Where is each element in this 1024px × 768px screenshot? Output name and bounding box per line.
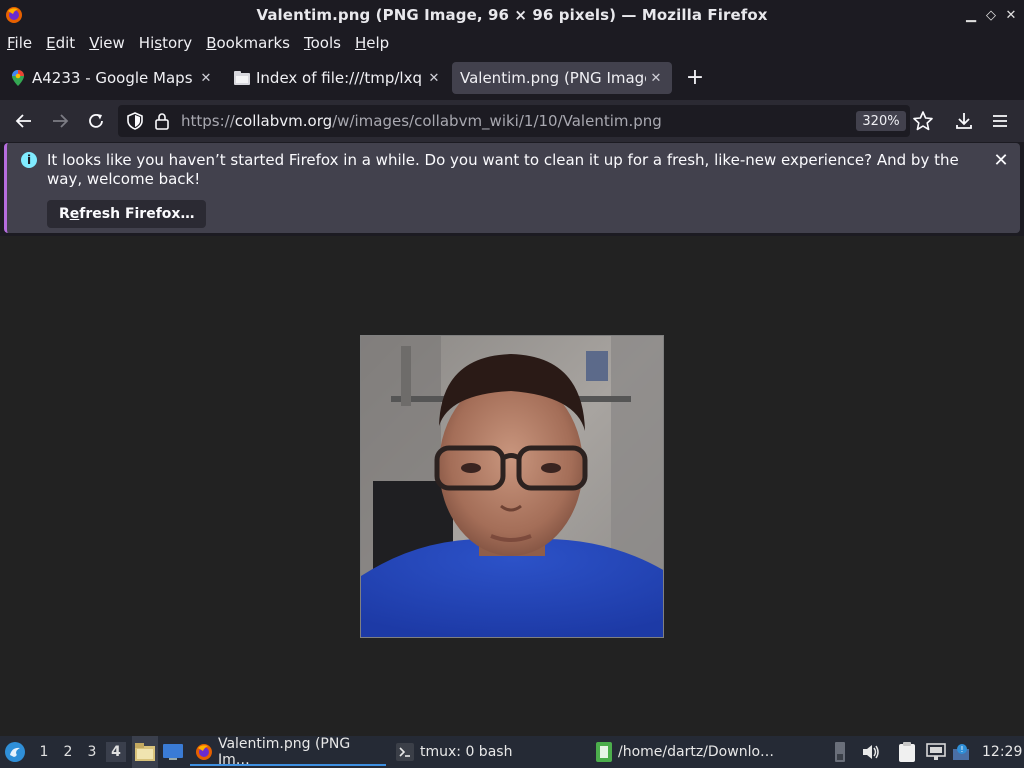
task-firefox[interactable]: Valentim.png (PNG Im…: [190, 736, 386, 768]
window-titlebar: Valentim.png (PNG Image, 96 × 96 pixels)…: [0, 0, 1024, 30]
forward-button[interactable]: [48, 109, 72, 133]
task-terminal[interactable]: tmux: 0 bash: [392, 736, 588, 768]
folder-icon: [234, 70, 250, 86]
close-tab-icon[interactable]: ✕: [648, 70, 664, 86]
new-tab-button[interactable]: +: [684, 65, 706, 90]
refresh-firefox-button[interactable]: Re fresh Firefox…: [47, 200, 207, 228]
portrait-photo: [361, 336, 663, 637]
menu-edit[interactable]: Edit: [46, 34, 75, 52]
back-arrow-icon: [15, 114, 31, 128]
minimize-button[interactable]: ▁: [962, 6, 980, 24]
svg-text:!: !: [960, 745, 963, 754]
url-text[interactable]: https://collabvm.org/w/images/collabvm_w…: [181, 112, 662, 130]
monitor-icon: [163, 744, 183, 760]
bookmark-star-icon[interactable]: [912, 110, 934, 132]
shield-icon[interactable]: [126, 112, 144, 130]
close-tab-icon[interactable]: ✕: [198, 70, 214, 86]
tab-google-maps[interactable]: A4233 - Google Maps ✕: [0, 62, 222, 94]
file-manager-icon: [135, 743, 155, 761]
url-bar[interactable]: https://collabvm.org/w/images/collabvm_w…: [118, 105, 933, 137]
tab-file-index[interactable]: Index of file:///tmp/lxq ✕: [224, 62, 450, 94]
notification-message: It looks like you haven’t started Firefo…: [47, 151, 959, 188]
tab-valentim[interactable]: Valentim.png (PNG Image ✕: [452, 62, 672, 94]
menu-bar: File Edit View History Bookmarks Tools H…: [0, 30, 1024, 56]
tab-label: A4233 - Google Maps: [32, 69, 193, 87]
task-label: /home/dartz/Downlo…: [618, 744, 775, 760]
downloads-button[interactable]: [952, 109, 976, 133]
map-pin-icon: [10, 70, 26, 86]
download-icon: [956, 113, 972, 129]
forward-arrow-icon: [53, 114, 69, 128]
update-notification-icon: !: [953, 744, 969, 760]
window-title: Valentim.png (PNG Image, 96 × 96 pixels)…: [256, 6, 768, 24]
close-notification-icon[interactable]: ✕: [992, 150, 1010, 171]
firefox-icon: [195, 744, 212, 760]
info-icon: i: [21, 152, 37, 168]
show-desktop-button[interactable]: [132, 736, 158, 768]
tray-usb[interactable]: [834, 736, 850, 768]
close-tab-icon[interactable]: ✕: [426, 70, 442, 86]
menu-view[interactable]: View: [89, 34, 125, 52]
taskbar: 1 2 3 4 Valentim.png (PNG Im… tmux: 0 ba…: [0, 736, 1024, 768]
portrait-image[interactable]: [360, 335, 664, 638]
tab-label: Index of file:///tmp/lxq: [256, 69, 422, 87]
app-launcher-icon: [5, 742, 25, 762]
tab-label: Valentim.png (PNG Image: [460, 69, 646, 87]
workspace-1[interactable]: 1: [34, 742, 54, 762]
navigation-bar: https://collabvm.org/w/images/collabvm_w…: [0, 100, 1024, 142]
hamburger-menu-icon: [993, 115, 1007, 127]
tray-network[interactable]: [926, 736, 948, 768]
back-button[interactable]: [12, 109, 36, 133]
reload-icon: [89, 113, 103, 128]
page-content: [0, 236, 1024, 736]
menu-bookmarks[interactable]: Bookmarks: [206, 34, 290, 52]
desktop-button[interactable]: [162, 736, 186, 768]
workspace-4[interactable]: 4: [106, 742, 126, 762]
active-task-indicator: [190, 764, 386, 766]
menu-tools[interactable]: Tools: [304, 34, 341, 52]
close-window-button[interactable]: ✕: [1002, 6, 1020, 24]
start-menu-button[interactable]: [4, 736, 28, 768]
network-icon: [926, 743, 946, 760]
tab-strip: A4233 - Google Maps ✕ Index of file:///t…: [0, 56, 1024, 100]
clock[interactable]: 12:29: [982, 736, 1022, 768]
file-manager-icon: [596, 742, 612, 762]
removable-media-icon: [835, 742, 845, 762]
clipboard-icon: [899, 742, 915, 762]
tray-volume[interactable]: [862, 736, 882, 768]
workspace-2[interactable]: 2: [58, 742, 78, 762]
terminal-icon: [396, 743, 414, 761]
reload-button[interactable]: [84, 109, 108, 133]
menu-file[interactable]: File: [7, 34, 32, 52]
refresh-firefox-notification: i It looks like you haven’t started Fire…: [4, 143, 1020, 233]
workspace-3[interactable]: 3: [82, 742, 102, 762]
tray-clipboard[interactable]: [898, 736, 920, 768]
task-label: tmux: 0 bash: [420, 744, 513, 760]
tray-notifications[interactable]: !: [952, 736, 974, 768]
maximize-button[interactable]: ◇: [982, 6, 1000, 24]
menu-help[interactable]: Help: [355, 34, 389, 52]
app-menu-button[interactable]: [988, 109, 1012, 133]
zoom-level-badge[interactable]: 320%: [856, 111, 906, 131]
lock-icon[interactable]: [154, 112, 170, 130]
volume-icon: [863, 745, 879, 759]
task-file-manager[interactable]: /home/dartz/Downlo…: [592, 736, 788, 768]
menu-history[interactable]: History: [139, 34, 192, 52]
